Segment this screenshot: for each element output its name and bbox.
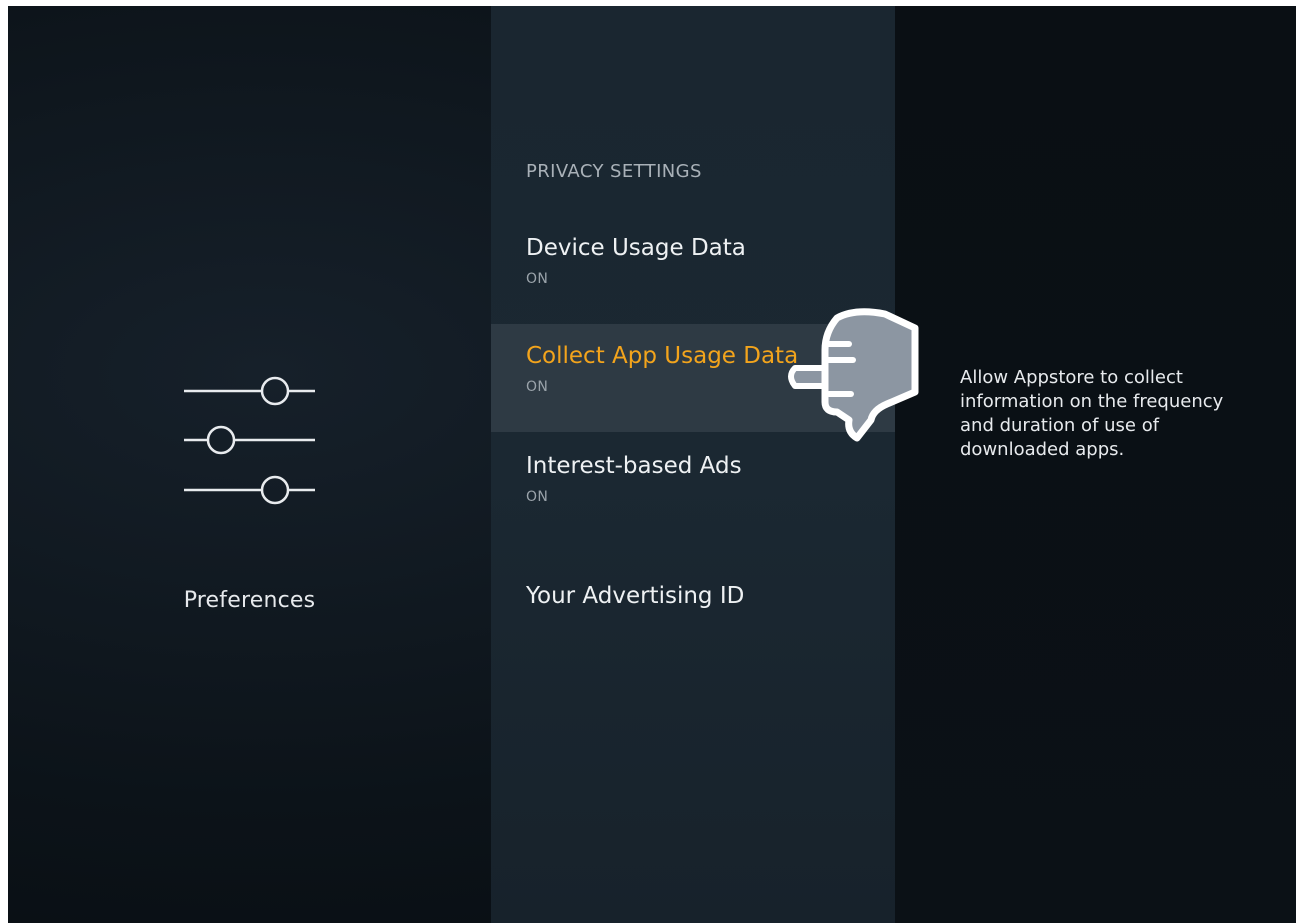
category-label: Preferences	[183, 588, 316, 613]
menu-item-interest-based-ads[interactable]: Interest-based Ads ON	[491, 434, 895, 542]
settings-list-pane: PRIVACY SETTINGS Device Usage Data ON Co…	[491, 6, 895, 923]
menu-item-title: Your Advertising ID	[526, 583, 745, 609]
category-pane: Preferences	[8, 6, 491, 923]
menu-item-your-advertising-id[interactable]: Your Advertising ID	[491, 559, 895, 667]
sliders-icon	[184, 376, 315, 505]
menu-item-title: Device Usage Data	[526, 235, 746, 261]
section-header: PRIVACY SETTINGS	[526, 161, 702, 182]
menu-item-value: ON	[526, 271, 549, 287]
pointing-hand-icon	[788, 308, 919, 442]
tv-settings-screen: Preferences PRIVACY SETTINGS Device Usag…	[8, 6, 1296, 923]
menu-item-value: ON	[526, 489, 549, 505]
setting-description: Allow Appstore to collect information on…	[960, 367, 1224, 460]
detail-pane: Allow Appstore to collect information on…	[895, 6, 1296, 923]
